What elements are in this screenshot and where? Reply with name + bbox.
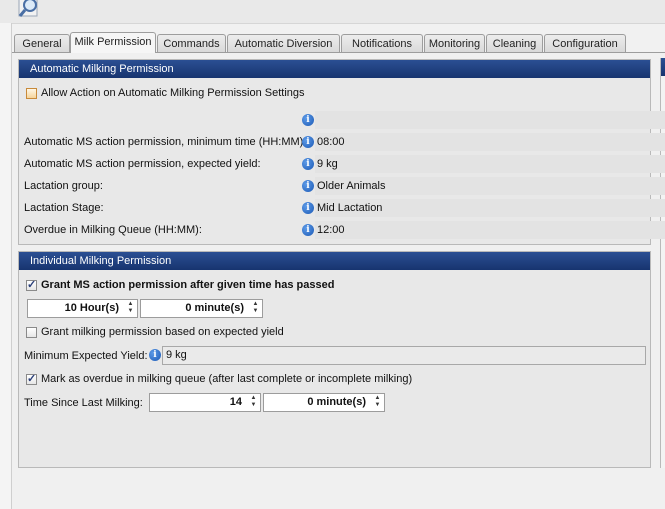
lactation-group-value: Older Animals — [317, 180, 386, 192]
min-expected-yield-field[interactable]: 9 kg — [162, 346, 646, 365]
tab-general[interactable]: General — [14, 34, 70, 52]
value-row — [315, 221, 665, 239]
spin-arrows-icon[interactable]: ▲ ▼ — [126, 301, 135, 316]
tab-configuration[interactable]: Configuration — [544, 34, 626, 52]
min-time-value: 08:00 — [317, 136, 345, 148]
info-icon[interactable]: i — [302, 224, 314, 236]
title-bar — [0, 0, 665, 24]
lactation-group-label: Lactation group: — [24, 180, 103, 192]
grant-after-time-label: Grant MS action permission after given t… — [41, 279, 335, 291]
lactation-stage-value: Mid Lactation — [317, 202, 383, 214]
info-icon[interactable]: i — [302, 180, 314, 192]
tab-commands[interactable]: Commands — [157, 34, 226, 52]
tab-cleaning[interactable]: Cleaning — [486, 34, 543, 52]
value-row — [315, 155, 665, 173]
value-row — [315, 133, 665, 151]
grant-expected-yield-checkbox[interactable] — [26, 327, 37, 338]
hours-value: 10 Hour(s) — [64, 302, 119, 314]
overdue-checkbox[interactable] — [26, 372, 37, 385]
group-header: Individual Milking Permission — [19, 252, 650, 270]
magnifier-icon — [18, 0, 38, 17]
overdue-queue-value: 12:00 — [317, 224, 345, 236]
min-time-label: Automatic MS action permission, minimum … — [24, 136, 307, 148]
tab-automatic-diversion[interactable]: Automatic Diversion — [227, 34, 340, 52]
min-expected-yield-label: Minimum Expected Yield: — [24, 350, 148, 362]
tab-milk-permission[interactable]: Milk Permission — [70, 32, 156, 53]
lactation-stage-label: Lactation Stage: — [24, 202, 104, 214]
hours-stepper[interactable]: 10 Hour(s) ▲ ▼ — [27, 299, 138, 318]
time-since-minutes-stepper[interactable]: 0 minute(s) ▲ ▼ — [263, 393, 385, 412]
minutes-stepper[interactable]: 0 minute(s) ▲ ▼ — [140, 299, 263, 318]
minutes-value: 0 minute(s) — [185, 302, 244, 314]
value-row-empty — [315, 111, 665, 129]
grant-after-time-checkbox[interactable] — [26, 278, 37, 291]
overdue-queue-label: Overdue in Milking Queue (HH:MM): — [24, 224, 202, 236]
info-icon[interactable]: i — [302, 158, 314, 170]
expected-yield-value: 9 kg — [317, 158, 338, 170]
spin-arrows-icon[interactable]: ▲ ▼ — [251, 301, 260, 316]
left-edge — [0, 23, 12, 509]
time-since-hours-stepper[interactable]: 14 ▲ ▼ — [149, 393, 261, 412]
info-icon[interactable]: i — [302, 136, 314, 148]
time-since-label: Time Since Last Milking: — [24, 397, 143, 409]
overdue-label: Mark as overdue in milking queue (after … — [41, 373, 413, 385]
individual-milking-permission-group: Individual Milking Permission Grant MS a… — [18, 251, 651, 468]
grant-expected-yield-label: Grant milking permission based on expect… — [41, 326, 284, 338]
time-since-hours-value: 14 — [229, 396, 242, 408]
tab-notifications[interactable]: Notifications — [341, 34, 423, 52]
info-icon[interactable]: i — [302, 114, 314, 126]
expected-yield-label: Automatic MS action permission, expected… — [24, 158, 261, 170]
tab-monitoring[interactable]: Monitoring — [424, 34, 485, 52]
allow-action-label: Allow Action on Automatic Milking Permis… — [41, 87, 305, 99]
time-since-minutes-value: 0 minute(s) — [307, 396, 366, 408]
automatic-milking-permission-group: Automatic Milking Permission Allow Actio… — [18, 59, 665, 245]
spin-arrows-icon[interactable]: ▲ ▼ — [373, 395, 382, 410]
info-icon[interactable]: i — [149, 349, 161, 361]
allow-action-checkbox[interactable] — [26, 88, 37, 99]
spin-arrows-icon[interactable]: ▲ ▼ — [249, 395, 258, 410]
info-icon[interactable]: i — [302, 202, 314, 214]
group-header: Automatic Milking Permission — [19, 60, 650, 78]
